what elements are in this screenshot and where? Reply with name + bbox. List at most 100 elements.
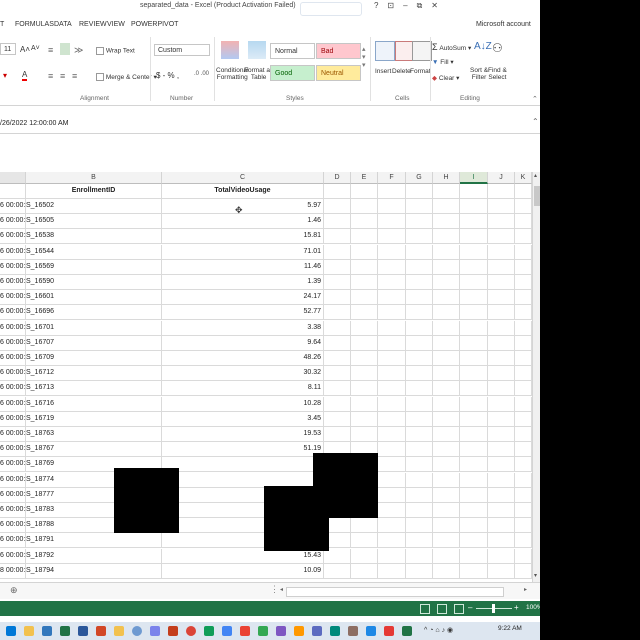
empty-cell[interactable] [406, 411, 433, 427]
empty-cell[interactable] [351, 381, 378, 397]
empty-cell[interactable] [488, 229, 515, 245]
empty-cell[interactable] [324, 214, 351, 230]
empty-cell[interactable] [406, 381, 433, 397]
decimal-buttons-icon[interactable]: .0 .00 [194, 71, 209, 77]
empty-cell[interactable] [488, 548, 515, 564]
empty-cell[interactable] [378, 184, 406, 199]
video-usage-cell[interactable]: 10.28 [162, 396, 324, 412]
date-cell[interactable]: 6 00:00:00 [0, 275, 26, 290]
font-color-icon[interactable]: A [22, 70, 28, 81]
column-header-k[interactable]: K [515, 172, 532, 184]
empty-cell[interactable] [433, 229, 460, 245]
empty-cell[interactable] [406, 214, 433, 230]
empty-cell[interactable] [460, 472, 488, 488]
tab-data[interactable]: DATA [54, 21, 72, 28]
date-cell[interactable]: 6 00:00:00 [0, 457, 26, 473]
empty-cell[interactable] [433, 396, 460, 412]
date-cell[interactable]: 6 00:00:00 [0, 335, 26, 351]
date-cell[interactable]: 6 00:00:00 [0, 472, 26, 488]
app-icon[interactable] [258, 626, 268, 636]
empty-cell[interactable] [515, 335, 532, 351]
empty-cell[interactable] [515, 275, 532, 290]
empty-cell[interactable] [515, 442, 532, 458]
empty-cell[interactable] [515, 533, 532, 549]
empty-cell[interactable] [378, 351, 406, 366]
empty-cell[interactable] [324, 381, 351, 397]
close-button[interactable]: ✕ [431, 1, 438, 11]
empty-cell[interactable] [378, 427, 406, 442]
empty-cell[interactable] [406, 229, 433, 245]
styles-scroll-icon[interactable]: ▴ ▾ ▾ [362, 45, 366, 69]
column-header-g[interactable]: G [406, 172, 433, 184]
empty-cell[interactable] [433, 503, 460, 518]
enrollment-id-cell[interactable]: S_16709 [26, 351, 162, 366]
date-cell[interactable]: 6 00:00:00 [0, 199, 26, 214]
excel-taskbar-icon[interactable] [60, 626, 70, 636]
accounting-format-button[interactable]: $ - % , [156, 71, 179, 80]
empty-cell[interactable] [488, 427, 515, 442]
tab-partial[interactable]: T [0, 21, 4, 28]
empty-cell[interactable] [378, 244, 406, 260]
empty-cell[interactable] [324, 290, 351, 306]
empty-cell[interactable] [488, 381, 515, 397]
empty-cell[interactable] [460, 335, 488, 351]
empty-cell[interactable] [460, 366, 488, 382]
empty-cell[interactable] [515, 320, 532, 336]
empty-cell[interactable] [488, 503, 515, 518]
empty-cell[interactable] [515, 184, 532, 199]
empty-cell[interactable] [433, 244, 460, 260]
align-left-icon[interactable]: ≡ [48, 71, 53, 81]
date-cell[interactable]: 6 00:00:00 [0, 320, 26, 336]
folder-icon[interactable] [114, 626, 124, 636]
binoculars-icon[interactable]: ⚇ [492, 41, 510, 59]
empty-cell[interactable] [324, 305, 351, 321]
style-normal[interactable]: Normal [270, 43, 315, 59]
autosum-button[interactable]: Σ AutoSum ▾ [432, 42, 471, 52]
empty-cell[interactable] [324, 351, 351, 366]
empty-cell[interactable] [488, 487, 515, 503]
video-usage-cell[interactable]: 19.53 [162, 427, 324, 442]
empty-cell[interactable] [488, 563, 515, 579]
empty-cell[interactable] [406, 533, 433, 549]
empty-cell[interactable] [351, 411, 378, 427]
empty-cell[interactable] [515, 411, 532, 427]
video-usage-cell[interactable]: 1.46 [162, 214, 324, 230]
empty-cell[interactable] [351, 396, 378, 412]
empty-cell[interactable] [488, 275, 515, 290]
date-cell[interactable]: 6 00:00:00 [0, 229, 26, 245]
scroll-up-icon[interactable]: ▴ [534, 172, 537, 179]
empty-cell[interactable] [324, 229, 351, 245]
normal-view-icon[interactable] [420, 604, 430, 614]
fill-button[interactable]: ▼ Fill ▾ [432, 58, 454, 66]
tab-formulas[interactable]: FORMULAS [15, 21, 54, 28]
empty-cell[interactable] [433, 275, 460, 290]
merge-center-button[interactable]: Merge & Center ▾ [96, 73, 157, 82]
enrollment-id-cell[interactable]: S_16696 [26, 305, 162, 321]
column-header-i[interactable]: I [460, 172, 488, 184]
empty-cell[interactable] [433, 259, 460, 275]
enrollment-id-cell[interactable]: S_16538 [26, 229, 162, 245]
empty-cell[interactable] [488, 472, 515, 488]
format-cells-icon[interactable] [412, 41, 432, 61]
app-icon[interactable] [312, 626, 322, 636]
enrollment-id-cell[interactable]: S_16701 [26, 320, 162, 336]
app-icon[interactable] [240, 626, 250, 636]
enrollment-id-cell[interactable]: S_18792 [26, 548, 162, 564]
video-usage-cell[interactable]: 30.32 [162, 366, 324, 382]
empty-cell[interactable] [515, 199, 532, 214]
account-link[interactable]: Microsoft account [476, 21, 531, 28]
enrollment-id-cell[interactable]: S_18767 [26, 442, 162, 458]
empty-cell[interactable] [433, 457, 460, 473]
empty-cell[interactable] [378, 533, 406, 549]
empty-cell[interactable] [488, 366, 515, 382]
powerpoint-icon[interactable] [96, 626, 106, 636]
video-usage-cell[interactable]: 24.17 [162, 290, 324, 306]
empty-cell[interactable] [351, 214, 378, 230]
app-icon[interactable] [276, 626, 286, 636]
restore-button[interactable]: ⧉ [417, 1, 423, 11]
collapse-ribbon-icon[interactable]: ⌃ [532, 95, 538, 103]
video-usage-cell[interactable]: 10.09 [162, 563, 324, 579]
date-cell[interactable]: 6 00:00:00 [0, 442, 26, 458]
date-cell[interactable]: 6 00:00:00 [0, 533, 26, 549]
empty-cell[interactable] [488, 533, 515, 549]
